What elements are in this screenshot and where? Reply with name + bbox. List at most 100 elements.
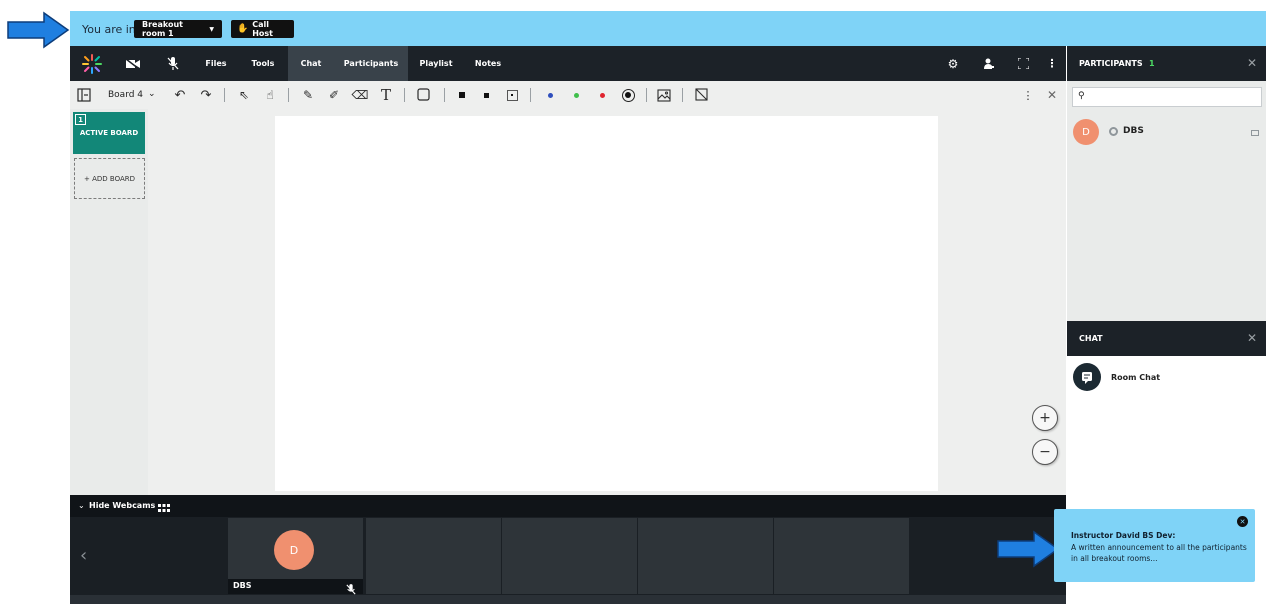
- close-participants-icon[interactable]: ✕: [1247, 56, 1257, 70]
- chevron-left-icon[interactable]: ‹: [80, 545, 87, 566]
- webcam-slot-empty: [366, 518, 501, 594]
- participant-name: DBS: [1123, 126, 1144, 136]
- zoom-out-button[interactable]: −: [1032, 439, 1058, 465]
- mic-off-icon[interactable]: [162, 46, 184, 81]
- background-icon[interactable]: [692, 85, 712, 105]
- participant-search-input[interactable]: [1091, 90, 1256, 104]
- avatar: D: [1073, 119, 1099, 145]
- tab-tools[interactable]: Tools: [244, 46, 282, 81]
- collapse-panel-icon[interactable]: [74, 85, 94, 105]
- webcam-slot-empty: [638, 518, 773, 594]
- you-are-in-label: You are in:: [82, 23, 140, 36]
- select-arrow-icon[interactable]: ⇖: [234, 85, 254, 105]
- close-notification-icon[interactable]: ✕: [1237, 516, 1248, 527]
- status-icon: [1109, 127, 1118, 136]
- tab-notes[interactable]: Notes: [466, 46, 510, 81]
- chevron-down-icon[interactable]: ⌄: [78, 501, 85, 510]
- chat-bubble-icon: [1082, 372, 1092, 384]
- notification-message: A written announcement to all the partic…: [1071, 543, 1247, 563]
- screen-icon: [1251, 130, 1259, 136]
- settings-gear-icon[interactable]: ⚙: [942, 46, 964, 81]
- tab-playlist[interactable]: Playlist: [414, 46, 458, 81]
- webcam-name-bar: DBS: [228, 579, 363, 595]
- stroke-small-icon[interactable]: [502, 85, 522, 105]
- app-logo-icon: [78, 46, 106, 81]
- tab-chat[interactable]: Chat: [288, 46, 334, 81]
- zoom-in-button[interactable]: +: [1032, 405, 1058, 431]
- hand-icon: ✋: [237, 24, 249, 34]
- app-root: You are in: Breakout room 1 ▼ ✋ Call Hos…: [0, 0, 1266, 604]
- announcement-notification: ✕ Instructor David BS Dev: A written ann…: [1054, 509, 1255, 582]
- tab-participants[interactable]: Participants: [334, 46, 408, 81]
- marker-icon[interactable]: ✐: [324, 85, 344, 105]
- participant-row[interactable]: D DBS: [1067, 119, 1266, 149]
- webcam-slot-empty: [774, 518, 909, 594]
- notification-title: Instructor David BS Dev:: [1071, 531, 1176, 540]
- minus-icon: −: [1039, 444, 1051, 460]
- webcam-strip: ‹ D DBS: [70, 517, 1066, 595]
- chat-title: CHAT: [1079, 334, 1103, 343]
- shape-icon[interactable]: [414, 85, 434, 105]
- raise-hand-icon[interactable]: [978, 46, 1000, 81]
- active-board-thumbnail[interactable]: 1 ACTIVE BOARD: [73, 112, 145, 154]
- participants-panel-header: PARTICIPANTS 1 ✕: [1067, 46, 1266, 81]
- text-icon[interactable]: T: [376, 85, 396, 105]
- whiteboard-canvas[interactable]: [275, 116, 938, 491]
- plus-icon: +: [1039, 410, 1051, 426]
- stroke-medium-icon[interactable]: [476, 85, 496, 105]
- color-blue-icon[interactable]: [540, 85, 560, 105]
- chevron-down-icon[interactable]: ⌄: [148, 89, 156, 99]
- participants-list: ⚲ D DBS: [1067, 81, 1266, 321]
- pointer-hand-icon[interactable]: ☝: [260, 85, 280, 105]
- room-select-label: Breakout room 1: [142, 20, 183, 38]
- color-green-icon[interactable]: [566, 85, 586, 105]
- caret-down-icon: ▼: [209, 25, 214, 33]
- board-name[interactable]: Board 4: [108, 90, 143, 100]
- main-navigation: Files Tools Chat Participants Playlist N…: [70, 46, 1066, 81]
- webcam-tile[interactable]: D DBS: [228, 518, 363, 595]
- participants-title: PARTICIPANTS: [1079, 59, 1143, 68]
- chat-room-name: Room Chat: [1111, 373, 1161, 382]
- grid-view-icon[interactable]: [158, 499, 170, 518]
- call-host-label: Call Host: [252, 20, 273, 38]
- chat-panel-header: CHAT ✕: [1067, 321, 1266, 356]
- camera-off-icon[interactable]: [120, 46, 146, 81]
- eraser-icon[interactable]: ⌫: [350, 85, 370, 105]
- webcam-name: DBS: [233, 581, 252, 590]
- annotation-arrow-icon: [6, 10, 70, 54]
- add-board-button[interactable]: + ADD BOARD: [74, 158, 145, 199]
- color-red-icon[interactable]: [592, 85, 612, 105]
- whiteboard-toolbar: Board 4 ⌄ ↶ ↷ ⇖ ☝ ✎ ✐ ⌫ T ⋮ ✕: [70, 81, 1066, 109]
- more-vertical-icon[interactable]: ⋮: [1042, 46, 1062, 81]
- close-icon[interactable]: ✕: [1042, 85, 1062, 105]
- active-board-label: ACTIVE BOARD: [79, 129, 139, 137]
- tab-files[interactable]: Files: [198, 46, 234, 81]
- bottom-strip: [70, 595, 1066, 604]
- undo-icon[interactable]: ↶: [170, 85, 190, 105]
- participant-search-field[interactable]: ⚲: [1072, 87, 1262, 107]
- annotation-arrow-icon: [996, 529, 1060, 573]
- search-icon: ⚲: [1078, 91, 1085, 101]
- hide-webcams-button[interactable]: Hide Webcams: [89, 501, 155, 510]
- breakout-room-select[interactable]: Breakout room 1 ▼: [134, 20, 222, 38]
- participants-count-badge: 1: [1149, 59, 1155, 68]
- pen-icon[interactable]: ✎: [298, 85, 318, 105]
- webcam-slot-empty: [101, 518, 236, 594]
- webcam-slot-empty: [502, 518, 637, 594]
- breakout-status-bar: You are in: Breakout room 1 ▼ ✋ Call Hos…: [70, 11, 1266, 46]
- call-host-button[interactable]: ✋ Call Host: [231, 20, 294, 38]
- board-number-badge: 1: [75, 114, 86, 125]
- avatar: D: [274, 530, 314, 570]
- webcam-bar: ⌄ Hide Webcams: [70, 495, 1066, 517]
- color-picker-icon[interactable]: [618, 85, 638, 105]
- chat-room-item[interactable]: Room Chat: [1067, 360, 1266, 391]
- redo-icon[interactable]: ↷: [196, 85, 216, 105]
- close-chat-icon[interactable]: ✕: [1247, 331, 1257, 345]
- image-icon[interactable]: [654, 85, 674, 105]
- fullscreen-icon[interactable]: [1012, 46, 1034, 81]
- stroke-large-icon[interactable]: [452, 85, 472, 105]
- chat-room-avatar: [1073, 363, 1101, 391]
- boards-sidebar: 1 ACTIVE BOARD + ADD BOARD: [70, 109, 148, 495]
- whiteboard-area: + −: [148, 109, 1066, 495]
- more-icon[interactable]: ⋮: [1018, 85, 1038, 105]
